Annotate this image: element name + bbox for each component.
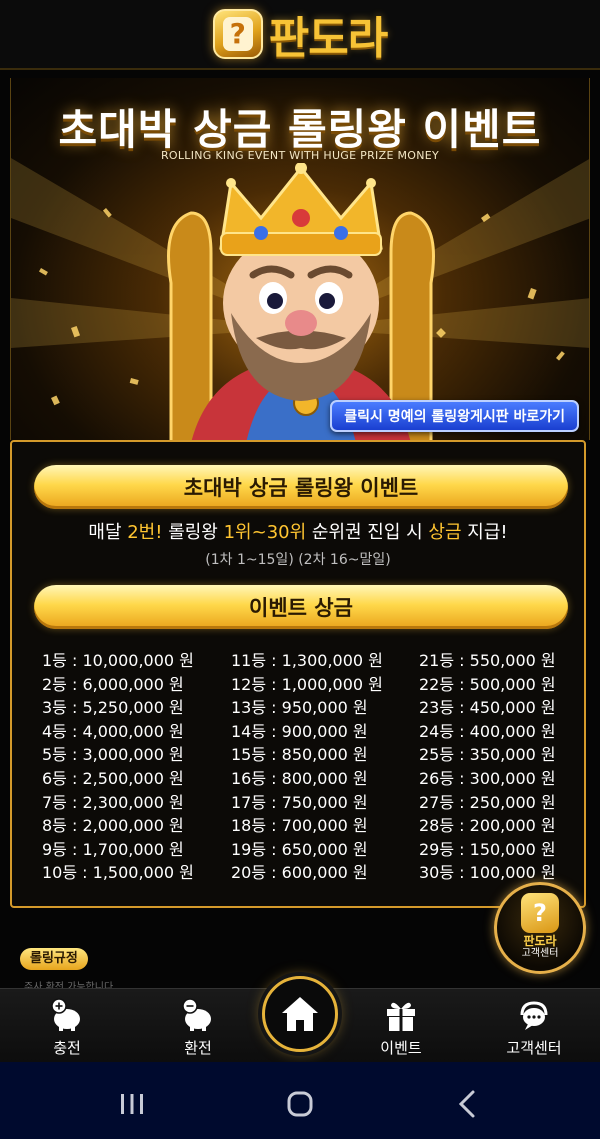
prize-column-1: 1등 : 10,000,000 원 2등 : 6,000,000 원 3등 : …: [42, 647, 194, 883]
desc-highlight: 상금: [428, 522, 462, 543]
pandora-question-icon: ?: [521, 893, 559, 933]
prize-row: 22등 : 500,000 원: [419, 674, 556, 694]
piggy-bank-plus-icon: [51, 998, 80, 1031]
desc-highlight: 2번!: [127, 522, 163, 543]
prize-row: 19등 : 650,000 원: [231, 839, 368, 859]
desc-text: 지급!: [461, 522, 508, 543]
nav-charge[interactable]: 충전: [22, 997, 112, 1058]
pandora-logo[interactable]: ? 판도라: [212, 2, 388, 66]
chat-support-icon: [520, 1001, 548, 1030]
system-navigation-bar: [0, 1062, 600, 1139]
event-title-pill: 초대박 상금 롤링왕 이벤트: [34, 465, 568, 509]
page: ? 판도라 초대박 상금 롤링왕 이벤트 ROLLING KING EVENT …: [0, 0, 600, 1139]
prize-row: 14등 : 900,000 원: [231, 721, 368, 741]
prize-column-3: 21등 : 550,000 원 22등 : 500,000 원 23등 : 45…: [419, 647, 556, 883]
prize-row: 10등 : 1,500,000 원: [42, 863, 194, 883]
nav-support[interactable]: 고객센터: [489, 997, 579, 1058]
rolling-rule-section: 롤링규정 주사 환전 가능합니다.: [10, 940, 486, 993]
desc-text: 롤링왕: [162, 522, 224, 543]
logo-text: 판도라: [268, 13, 388, 64]
customer-center-float-button[interactable]: ? 판도라 고객센터: [494, 882, 586, 974]
prize-row: 4등 : 4,000,000 원: [42, 721, 184, 741]
cs-float-sub: 고객센터: [521, 948, 559, 959]
nav-support-label: 고객센터: [506, 1039, 562, 1057]
prize-row: 9등 : 1,700,000 원: [42, 839, 184, 859]
prize-row: 5등 : 3,000,000 원: [42, 745, 184, 765]
logo-question-icon: ?: [212, 9, 263, 59]
desc-highlight: 1위~30위: [223, 522, 307, 543]
piggy-bank-minus-icon: [182, 998, 211, 1031]
home-icon: [282, 997, 318, 1031]
home-button[interactable]: [262, 976, 338, 1052]
prize-row: 25등 : 350,000 원: [419, 745, 556, 765]
event-description: 매달 2번! 롤링왕 1위~30위 순위권 진입 시 상금 지급!: [12, 518, 584, 544]
prize-row: 3등 : 5,250,000 원: [42, 698, 184, 718]
prize-row: 24등 : 400,000 원: [419, 721, 556, 741]
banner-title: 초대박 상금 롤링왕 이벤트: [58, 105, 542, 154]
desc-text: 매달: [88, 522, 128, 543]
prize-column-2: 11등 : 1,300,000 원 12등 : 1,000,000 원 13등 …: [231, 647, 383, 883]
prize-row: 1등 : 10,000,000 원: [42, 651, 194, 670]
app-header: ? 판도라: [0, 0, 600, 70]
recent-apps-icon[interactable]: [112, 1084, 152, 1124]
prize-row: 27등 : 250,000 원: [419, 792, 556, 812]
prize-row: 15등 : 850,000 원: [231, 745, 368, 765]
prize-row: 29등 : 150,000 원: [419, 839, 556, 859]
banner-subtitle: ROLLING KING EVENT WITH HUGE PRIZE MONEY: [160, 149, 440, 162]
logo-mark-glyph: ?: [222, 17, 253, 51]
desc-text: 순위권 진입 시: [306, 522, 429, 543]
back-icon[interactable]: [448, 1084, 488, 1124]
prize-row: 21등 : 550,000 원: [419, 651, 556, 670]
nav-event[interactable]: 이벤트: [356, 997, 446, 1058]
prize-row: 12등 : 1,000,000 원: [231, 674, 383, 694]
prize-row: 2등 : 6,000,000 원: [42, 674, 184, 694]
event-schedule: (1차 1~15일) (2차 16~말일): [205, 552, 391, 568]
prize-row: 30등 : 100,000 원: [419, 863, 556, 883]
prize-row: 20등 : 600,000 원: [231, 863, 368, 883]
prize-row: 8등 : 2,000,000 원: [42, 816, 184, 836]
prize-row: 23등 : 450,000 원: [419, 698, 556, 718]
nav-charge-label: 충전: [53, 1039, 81, 1057]
cs-float-name: 판도라: [523, 934, 557, 948]
prize-title-pill: 이벤트 상금: [34, 585, 568, 629]
system-home-icon[interactable]: [280, 1084, 320, 1124]
gift-icon: [387, 1002, 415, 1031]
prize-row: 18등 : 700,000 원: [231, 816, 368, 836]
nav-exchange[interactable]: 환전: [153, 997, 243, 1058]
nav-event-label: 이벤트: [380, 1039, 422, 1057]
prize-row: 17등 : 750,000 원: [231, 792, 368, 812]
prize-row: 7등 : 2,300,000 원: [42, 792, 184, 812]
event-detail-panel: 초대박 상금 롤링왕 이벤트 매달 2번! 롤링왕 1위~30위 순위권 진입 …: [10, 440, 586, 908]
king-character-illustration: [167, 163, 435, 440]
honor-board-link-button[interactable]: 클릭시 명예의 롤링왕게시판 바로가기: [330, 400, 579, 432]
prize-row: 28등 : 200,000 원: [419, 816, 556, 836]
event-banner[interactable]: 초대박 상금 롤링왕 이벤트 ROLLING KING EVENT WITH H…: [10, 78, 590, 440]
prize-row: 16등 : 800,000 원: [231, 768, 368, 788]
rolling-rule-tag[interactable]: 롤링규정: [20, 948, 88, 970]
nav-exchange-label: 환전: [184, 1039, 212, 1057]
prize-row: 6등 : 2,500,000 원: [42, 768, 184, 788]
prize-row: 13등 : 950,000 원: [231, 698, 368, 718]
prize-row: 11등 : 1,300,000 원: [231, 651, 383, 670]
prize-row: 26등 : 300,000 원: [419, 768, 556, 788]
